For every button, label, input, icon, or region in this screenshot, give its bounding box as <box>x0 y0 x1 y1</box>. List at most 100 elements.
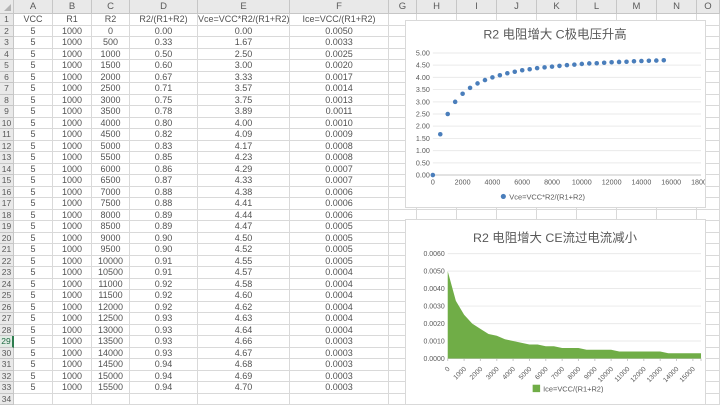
cell-C7[interactable]: 2500 <box>92 83 130 95</box>
cell-C14[interactable]: 6000 <box>92 164 130 176</box>
row-header-1[interactable]: 1 <box>0 14 14 26</box>
cell-E1[interactable]: Vce=VCC*R2/(R1+R2) <box>198 14 290 26</box>
cell-F30[interactable]: 0.0003 <box>290 348 389 360</box>
cell-C22[interactable]: 10000 <box>92 256 130 268</box>
row-header-6[interactable]: 6 <box>0 72 14 84</box>
cell-C24[interactable]: 11000 <box>92 279 130 291</box>
cell-A23[interactable]: 5 <box>14 267 53 279</box>
cell-E33[interactable]: 4.70 <box>198 382 290 394</box>
column-header-J[interactable]: J <box>497 0 537 14</box>
cell-F23[interactable]: 0.0004 <box>290 267 389 279</box>
cell-F8[interactable]: 0.0013 <box>290 95 389 107</box>
cell-D4[interactable]: 0.50 <box>130 49 198 61</box>
cell-C15[interactable]: 6500 <box>92 175 130 187</box>
cell-B16[interactable]: 1000 <box>53 187 92 199</box>
cell-F11[interactable]: 0.0009 <box>290 129 389 141</box>
cell-B31[interactable]: 1000 <box>53 359 92 371</box>
cell-F24[interactable]: 0.0004 <box>290 279 389 291</box>
row-header-11[interactable]: 11 <box>0 129 14 141</box>
cell-C2[interactable]: 0 <box>92 26 130 38</box>
chart-vce-scatter[interactable]: 0.000.501.001.502.002.503.003.504.004.50… <box>405 20 706 208</box>
cell-A8[interactable]: 5 <box>14 95 53 107</box>
cell-E4[interactable]: 2.50 <box>198 49 290 61</box>
cell-F27[interactable]: 0.0004 <box>290 313 389 325</box>
chart-ice-area[interactable]: 0.00000.00100.00200.00300.00400.00500.00… <box>405 219 706 405</box>
cell-B3[interactable]: 1000 <box>53 37 92 49</box>
row-header-22[interactable]: 22 <box>0 256 14 268</box>
cell-A20[interactable]: 5 <box>14 233 53 245</box>
cell-A11[interactable]: 5 <box>14 129 53 141</box>
cell-D30[interactable]: 0.93 <box>130 348 198 360</box>
cell-E11[interactable]: 4.09 <box>198 129 290 141</box>
cell-D10[interactable]: 0.80 <box>130 118 198 130</box>
cell-A33[interactable]: 5 <box>14 382 53 394</box>
cell-B30[interactable]: 1000 <box>53 348 92 360</box>
cell-E25[interactable]: 4.60 <box>198 290 290 302</box>
cell-E24[interactable]: 4.58 <box>198 279 290 291</box>
cell-D2[interactable]: 0.00 <box>130 26 198 38</box>
cell-C19[interactable]: 8500 <box>92 221 130 233</box>
column-header-H[interactable]: H <box>417 0 457 14</box>
cell-E18[interactable]: 4.44 <box>198 210 290 222</box>
cell-C12[interactable]: 5000 <box>92 141 130 153</box>
cell-E5[interactable]: 3.00 <box>198 60 290 72</box>
cell-C20[interactable]: 9000 <box>92 233 130 245</box>
cell-C29[interactable]: 13500 <box>92 336 130 348</box>
cell-F2[interactable]: 0.0050 <box>290 26 389 38</box>
cell-E27[interactable]: 4.63 <box>198 313 290 325</box>
cell-F31[interactable]: 0.0003 <box>290 359 389 371</box>
cell-E17[interactable]: 4.41 <box>198 198 290 210</box>
cell-F34[interactable] <box>290 394 389 405</box>
cell-D8[interactable]: 0.75 <box>130 95 198 107</box>
cell-F7[interactable]: 0.0014 <box>290 83 389 95</box>
row-header-15[interactable]: 15 <box>0 175 14 187</box>
cell-B34[interactable] <box>53 394 92 405</box>
cell-E8[interactable]: 3.75 <box>198 95 290 107</box>
cell-E16[interactable]: 4.38 <box>198 187 290 199</box>
cell-C1[interactable]: R2 <box>92 14 130 26</box>
cell-C30[interactable]: 14000 <box>92 348 130 360</box>
cell-C31[interactable]: 14500 <box>92 359 130 371</box>
cell-B18[interactable]: 1000 <box>53 210 92 222</box>
cell-D16[interactable]: 0.88 <box>130 187 198 199</box>
column-header-K[interactable]: K <box>537 0 577 14</box>
cell-C34[interactable] <box>92 394 130 405</box>
cell-B23[interactable]: 1000 <box>53 267 92 279</box>
cell-C11[interactable]: 4500 <box>92 129 130 141</box>
cell-F10[interactable]: 0.0010 <box>290 118 389 130</box>
cell-E19[interactable]: 4.47 <box>198 221 290 233</box>
cell-B28[interactable]: 1000 <box>53 325 92 337</box>
cell-F4[interactable]: 0.0025 <box>290 49 389 61</box>
cell-C16[interactable]: 7000 <box>92 187 130 199</box>
cell-F13[interactable]: 0.0008 <box>290 152 389 164</box>
cell-D18[interactable]: 0.89 <box>130 210 198 222</box>
column-header-F[interactable]: F <box>290 0 389 14</box>
cell-D12[interactable]: 0.83 <box>130 141 198 153</box>
cell-A5[interactable]: 5 <box>14 60 53 72</box>
row-header-29[interactable]: 29 <box>0 336 14 348</box>
cell-A15[interactable]: 5 <box>14 175 53 187</box>
cell-B22[interactable]: 1000 <box>53 256 92 268</box>
cell-E12[interactable]: 4.17 <box>198 141 290 153</box>
cell-D19[interactable]: 0.89 <box>130 221 198 233</box>
cell-B4[interactable]: 1000 <box>53 49 92 61</box>
cell-B21[interactable]: 1000 <box>53 244 92 256</box>
cell-E10[interactable]: 4.00 <box>198 118 290 130</box>
cell-D33[interactable]: 0.94 <box>130 382 198 394</box>
row-header-31[interactable]: 31 <box>0 359 14 371</box>
cell-B20[interactable]: 1000 <box>53 233 92 245</box>
column-header-I[interactable]: I <box>457 0 497 14</box>
cell-A12[interactable]: 5 <box>14 141 53 153</box>
cell-F28[interactable]: 0.0004 <box>290 325 389 337</box>
cell-C17[interactable]: 7500 <box>92 198 130 210</box>
cell-D22[interactable]: 0.91 <box>130 256 198 268</box>
cell-D31[interactable]: 0.94 <box>130 359 198 371</box>
cell-F3[interactable]: 0.0033 <box>290 37 389 49</box>
cell-D3[interactable]: 0.33 <box>130 37 198 49</box>
row-header-17[interactable]: 17 <box>0 198 14 210</box>
cell-F5[interactable]: 0.0020 <box>290 60 389 72</box>
cell-B27[interactable]: 1000 <box>53 313 92 325</box>
cell-F9[interactable]: 0.0011 <box>290 106 389 118</box>
cell-E20[interactable]: 4.50 <box>198 233 290 245</box>
cell-E32[interactable]: 4.69 <box>198 371 290 383</box>
